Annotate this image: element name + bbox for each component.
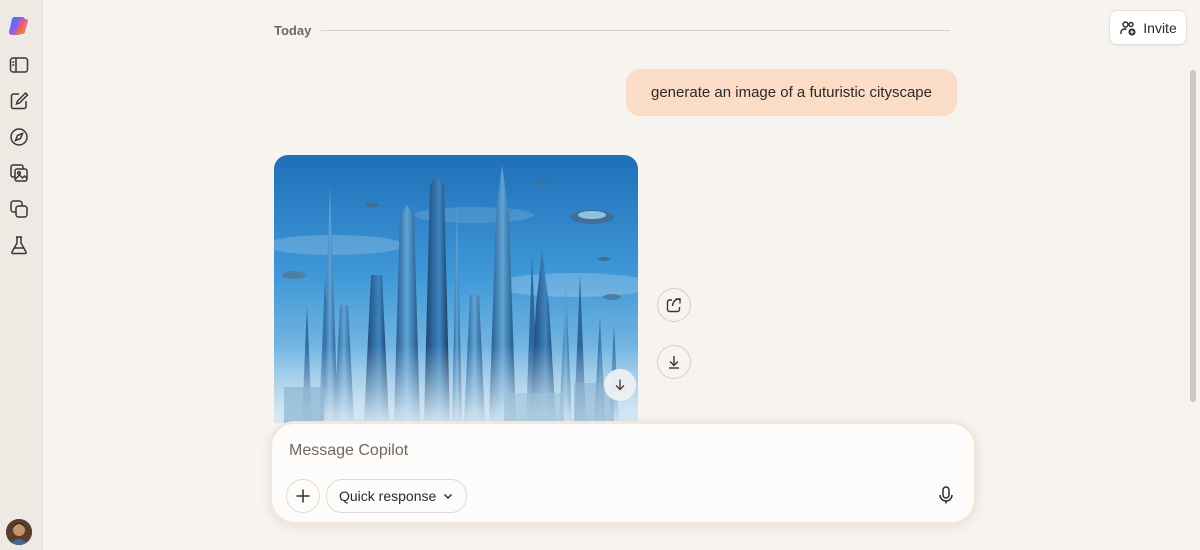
share-button[interactable] <box>657 288 691 322</box>
add-attachment-button[interactable] <box>286 479 320 513</box>
add-people-icon <box>1120 20 1136 35</box>
chevron-down-icon <box>444 494 453 499</box>
message-composer: Quick response <box>269 421 977 525</box>
generated-image[interactable] <box>274 155 638 423</box>
user-message-text: generate an image of a futuristic citysc… <box>651 84 932 101</box>
copilot-logo[interactable] <box>8 15 30 37</box>
chat-main: Today Invite generate an image of a futu… <box>43 0 1200 550</box>
response-mode-label: Quick response <box>339 488 437 504</box>
divider-line <box>321 29 950 31</box>
arrow-down-icon <box>615 379 625 391</box>
invite-button[interactable]: Invite <box>1109 10 1187 45</box>
copilot-app: Today Invite generate an image of a futu… <box>0 0 1200 550</box>
date-divider-label: Today <box>274 22 312 38</box>
message-input[interactable] <box>289 442 889 460</box>
labs-icon[interactable] <box>6 232 32 258</box>
plus-icon <box>296 489 310 503</box>
sidebar <box>0 0 43 550</box>
new-chat-icon[interactable] <box>6 88 32 114</box>
microphone-button[interactable] <box>932 481 960 509</box>
date-divider: Today <box>274 22 950 38</box>
pages-icon[interactable] <box>6 196 32 222</box>
discover-icon[interactable] <box>6 124 32 150</box>
download-icon <box>669 356 679 369</box>
share-icon <box>666 298 681 313</box>
microphone-icon <box>939 486 953 504</box>
scrollbar-thumb[interactable] <box>1190 70 1196 402</box>
download-button[interactable] <box>657 345 691 379</box>
response-mode-dropdown[interactable]: Quick response <box>326 479 468 513</box>
image-gallery-icon[interactable] <box>6 160 32 186</box>
sidebar-toggle-icon[interactable] <box>6 52 32 78</box>
user-message-bubble: generate an image of a futuristic citysc… <box>626 69 957 116</box>
avatar[interactable] <box>6 519 32 545</box>
scroll-down-button[interactable] <box>604 369 636 401</box>
invite-label: Invite <box>1143 19 1177 36</box>
